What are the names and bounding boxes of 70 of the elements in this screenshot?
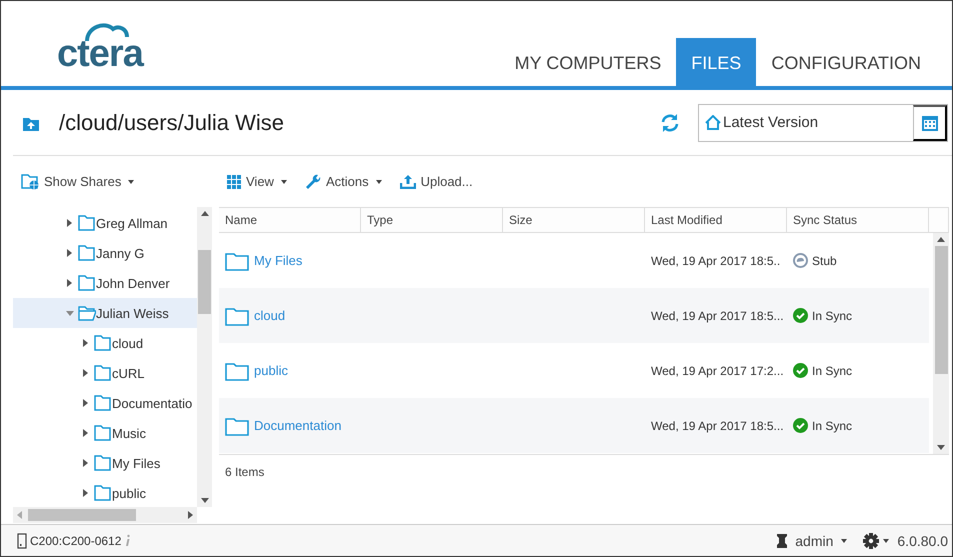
wrench-icon	[304, 174, 321, 190]
tree-item[interactable]: public	[13, 478, 197, 507]
settings-icon	[863, 532, 880, 548]
folder-icon	[94, 485, 112, 501]
nav-tab[interactable]: MY COMPUTERS	[500, 38, 676, 86]
show-shares-button[interactable]: Show Shares	[21, 173, 134, 190]
table-cell-text: Wed, 19 Apr 2017 18:5...	[650, 418, 785, 432]
upload-button[interactable]: Upload...	[400, 174, 473, 189]
settings-button[interactable]	[863, 532, 890, 548]
refresh-icon[interactable]	[660, 112, 680, 132]
tree-item[interactable]: Music	[13, 418, 197, 448]
column-header[interactable]: Name	[219, 208, 361, 232]
version-value: Latest Version	[723, 114, 818, 131]
user-menu[interactable]: admin	[775, 532, 848, 548]
folder-globe-icon	[21, 173, 39, 190]
folder-icon	[78, 245, 96, 261]
table-cell-text: Wed, 19 Apr 2017 17:2...	[650, 364, 785, 378]
user-icon	[775, 532, 790, 548]
folder-icon	[225, 250, 249, 270]
path-title: /cloud/users/Julia Wise	[59, 110, 285, 136]
logo: ctera	[57, 39, 143, 69]
scrollbar[interactable]	[13, 507, 197, 523]
sync-status: In Sync	[812, 308, 852, 322]
nav-tab[interactable]: FILES	[676, 38, 756, 86]
tree-item[interactable]: cloud	[13, 328, 197, 358]
device-icon	[17, 532, 27, 548]
calendar-button[interactable]	[913, 104, 947, 140]
device-name: C200:C200-0612	[30, 534, 122, 548]
folder-icon	[225, 360, 249, 380]
tree-item[interactable]: Julian Weiss	[13, 298, 197, 328]
table-cell-text: Wed, 19 Apr 2017 18:5..	[650, 254, 782, 268]
tree-item[interactable]: My Files	[13, 448, 197, 478]
tree-item[interactable]: cURL	[13, 358, 197, 388]
folder-icon	[225, 416, 249, 436]
open-folder-icon	[78, 305, 96, 321]
folder-icon	[94, 365, 112, 381]
folder-icon	[94, 455, 112, 471]
grid-icon	[227, 174, 241, 188]
folder-icon	[78, 215, 96, 231]
item-count: 6 Items	[224, 464, 266, 481]
version-field[interactable]: Latest Version	[698, 104, 948, 142]
home-icon	[705, 115, 721, 130]
sync-status: In Sync	[812, 364, 852, 378]
sync-status: Stub	[812, 254, 837, 268]
tree-item[interactable]: Greg Allman	[13, 208, 197, 238]
folder-icon	[94, 425, 112, 441]
column-header[interactable]: Last Modified	[645, 208, 787, 232]
folder-icon	[94, 335, 112, 351]
column-header[interactable]: Type	[361, 208, 503, 232]
actions-button[interactable]: Actions	[304, 174, 382, 190]
version-number: 6.0.80.0	[897, 532, 948, 548]
folder-icon	[94, 395, 112, 411]
info-icon[interactable]	[124, 534, 132, 547]
sync-status: In Sync	[812, 418, 852, 432]
scrollbar[interactable]	[933, 233, 949, 454]
table-cell-text: Wed, 19 Apr 2017 18:5...	[650, 308, 785, 322]
column-header[interactable]: Sync Status	[787, 208, 929, 232]
nav-tab[interactable]: CONFIGURATION	[756, 38, 936, 86]
folder-icon	[225, 306, 249, 326]
calendar-icon	[922, 114, 938, 131]
file-name[interactable]: My Files	[219, 250, 645, 270]
upload-icon	[400, 174, 416, 189]
view-button[interactable]: View	[227, 174, 287, 189]
scrollbar[interactable]	[197, 207, 212, 507]
tree-item[interactable]: John Denver	[13, 268, 197, 298]
tree-item[interactable]: Documentatio	[13, 388, 197, 418]
folder-icon	[78, 275, 96, 291]
column-header[interactable]: Size	[503, 208, 645, 232]
tree-item[interactable]: Janny G	[13, 238, 197, 268]
file-name[interactable]: public	[219, 360, 645, 380]
